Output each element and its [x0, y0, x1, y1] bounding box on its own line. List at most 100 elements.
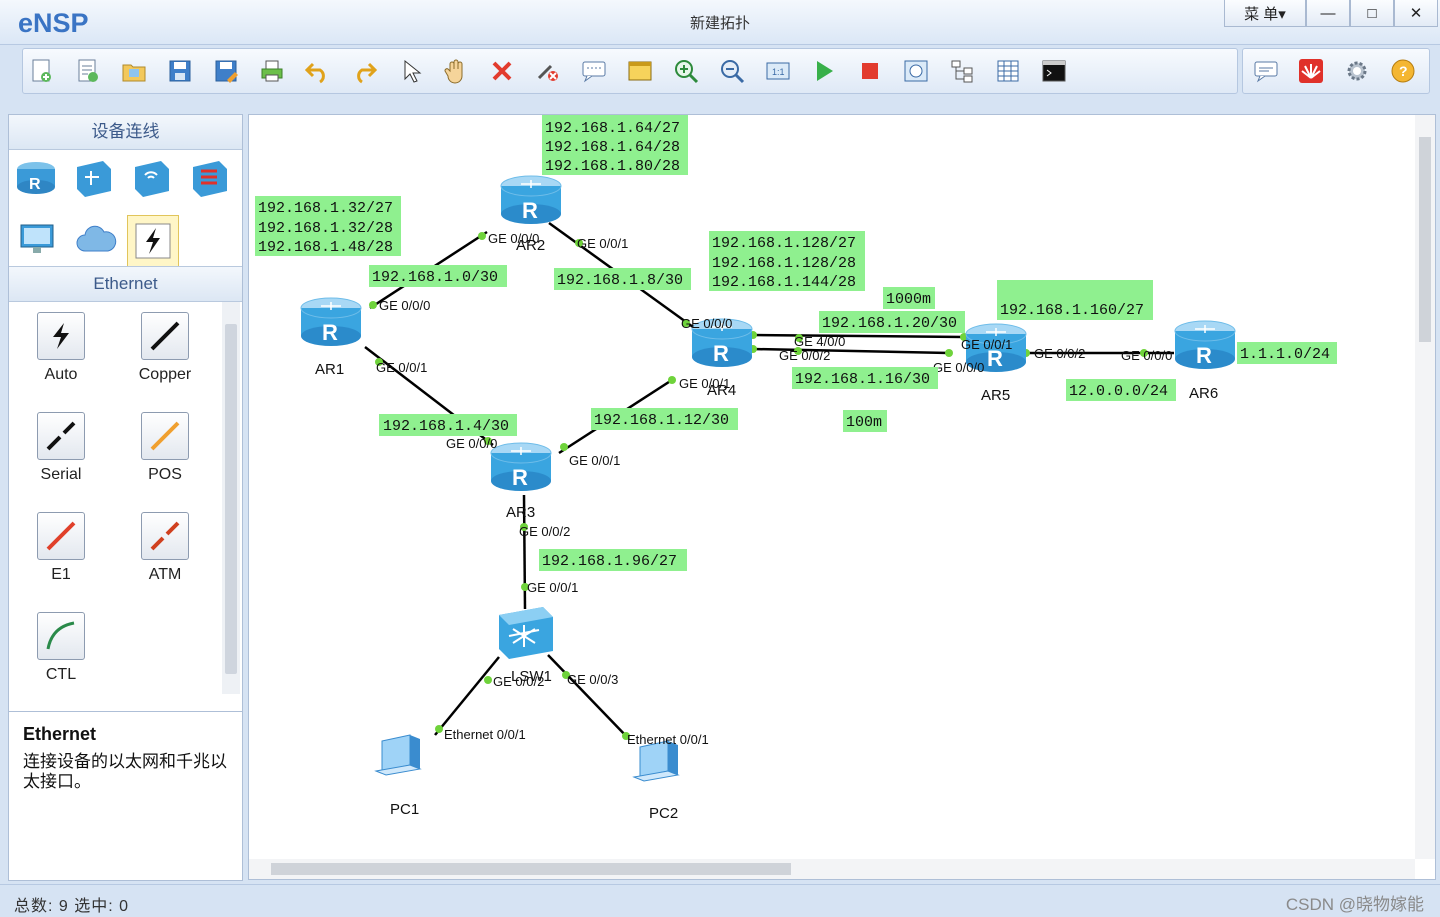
new-example-icon[interactable] [75, 58, 101, 84]
cable-label: Serial [40, 466, 82, 483]
undo-icon[interactable] [305, 58, 331, 84]
switch-category-icon[interactable] [73, 157, 115, 199]
cable-serial[interactable]: Serial [9, 402, 113, 494]
label-pc1: PC1 [390, 801, 419, 818]
cable-pos[interactable]: POS [113, 402, 217, 494]
text-note-icon[interactable] [581, 58, 607, 84]
serial-cable-icon [46, 421, 76, 451]
canvas-horizontal-scrollbar[interactable] [249, 859, 1415, 879]
port-label: GE 4/0/0 [794, 334, 845, 349]
note-text: 192.168.1.32/28 [258, 220, 393, 237]
redo-icon[interactable] [351, 58, 377, 84]
router-ar1-icon[interactable] [300, 297, 362, 347]
scroll-thumb[interactable] [271, 863, 791, 875]
cable-atm[interactable]: ATM [113, 502, 217, 594]
label-ar1: AR1 [315, 361, 344, 378]
cable-copper[interactable]: Copper [113, 302, 217, 394]
connection-category-selected[interactable] [127, 215, 179, 267]
side-toolbar: ? [1242, 48, 1430, 94]
scroll-thumb[interactable] [225, 324, 237, 674]
save-icon[interactable] [167, 58, 193, 84]
minimize-button[interactable]: — [1306, 0, 1350, 27]
close-button[interactable]: ✕ [1394, 0, 1438, 27]
pc2-icon[interactable] [633, 740, 679, 782]
note-text: 192.168.1.160/27 [1000, 302, 1144, 319]
cable-label: Auto [44, 366, 78, 383]
wireless-category-icon[interactable] [131, 157, 173, 199]
pos-cable-icon [150, 421, 180, 451]
panel-title: 设备连线 [9, 115, 242, 150]
help-icon[interactable]: ? [1390, 58, 1416, 84]
port-label: GE 0/0/1 [569, 453, 620, 468]
pc-category-icon[interactable] [17, 219, 59, 261]
delete-link-icon[interactable] [535, 58, 561, 84]
palette-icon[interactable] [627, 58, 653, 84]
cable-ctl[interactable]: CTL [9, 602, 113, 694]
router-ar3-icon[interactable] [490, 442, 552, 492]
port-label: GE 0/0/0 [446, 436, 497, 451]
select-pointer-icon[interactable] [397, 58, 423, 84]
router-ar6-icon[interactable] [1174, 320, 1236, 370]
topology-tree-icon[interactable] [949, 58, 975, 84]
lightning-icon [135, 223, 171, 259]
topology-canvas[interactable]: R [248, 114, 1436, 880]
e1-cable-icon [46, 521, 76, 551]
port-label: GE 0/0/0 [933, 360, 984, 375]
print-icon[interactable] [259, 58, 285, 84]
huawei-logo-icon[interactable] [1298, 58, 1324, 84]
port-label: GE 0/0/0 [488, 231, 539, 246]
note-text: 192.168.1.128/28 [712, 255, 856, 272]
topology-diagram[interactable]: R [249, 115, 1415, 859]
terminal-icon[interactable] [1041, 58, 1067, 84]
status-bar: 总数: 9 选中: 0 CSDN @晓物嫁能 [0, 884, 1440, 917]
router-category-icon[interactable]: R [15, 157, 57, 199]
maximize-button[interactable]: □ [1350, 0, 1394, 27]
grid-icon[interactable] [995, 58, 1021, 84]
note-text: 192.168.1.16/30 [795, 371, 930, 388]
cable-label: POS [148, 466, 182, 483]
zoom-in-icon[interactable] [673, 58, 699, 84]
cable-list-scrollbar[interactable] [222, 302, 240, 694]
chat-icon[interactable] [1253, 58, 1279, 84]
note-text: 192.168.1.4/30 [383, 418, 509, 435]
new-topology-icon[interactable] [29, 58, 55, 84]
zoom-out-icon[interactable] [719, 58, 745, 84]
delete-icon[interactable] [489, 58, 515, 84]
start-device-icon[interactable] [811, 58, 837, 84]
port-label: GE 0/0/2 [779, 348, 830, 363]
stop-device-icon[interactable] [857, 58, 883, 84]
device-panel: 设备连线 R Ethernet Auto Copper Serial POS E… [8, 114, 243, 881]
open-icon[interactable] [121, 58, 147, 84]
svg-text:?: ? [1399, 63, 1408, 79]
description-box: Ethernet 连接设备的以太网和千兆以太接口。 [9, 711, 242, 880]
hand-drag-icon[interactable] [443, 58, 469, 84]
note-text: 192.168.1.48/28 [258, 239, 393, 256]
router-ar2-icon[interactable] [500, 175, 562, 225]
label-ar5: AR5 [981, 387, 1010, 404]
watermark: CSDN @晓物嫁能 [1285, 895, 1424, 914]
svg-text:R: R [29, 176, 41, 193]
fit-window-icon[interactable]: 1:1 [765, 58, 791, 84]
switch-lsw1-icon[interactable] [499, 607, 553, 659]
scroll-thumb[interactable] [1419, 137, 1431, 342]
port-label: GE 0/0/0 [379, 298, 430, 313]
cloud-category-icon[interactable] [75, 219, 117, 261]
port-label: GE 0/0/0 [1121, 348, 1172, 363]
firewall-category-icon[interactable] [189, 157, 231, 199]
pc1-icon[interactable] [375, 734, 421, 776]
label-ar6: AR6 [1189, 385, 1218, 402]
menu-button[interactable]: 菜 单▾ [1224, 0, 1306, 27]
cable-label: CTL [45, 666, 77, 683]
port-label: GE 0/0/1 [679, 376, 730, 391]
main-toolbar: 1:1 [22, 48, 1238, 94]
save-as-icon[interactable] [213, 58, 239, 84]
cable-auto[interactable]: Auto [9, 302, 113, 394]
settings-gear-icon[interactable] [1344, 58, 1370, 84]
capture-icon[interactable] [903, 58, 929, 84]
note-text: 192.168.1.96/27 [542, 553, 677, 570]
cable-e1[interactable]: E1 [9, 502, 113, 594]
description-title: Ethernet [23, 724, 97, 744]
note-text: 192.168.1.80/28 [545, 158, 680, 175]
canvas-vertical-scrollbar[interactable] [1415, 115, 1435, 859]
ctl-cable-icon [46, 621, 75, 650]
